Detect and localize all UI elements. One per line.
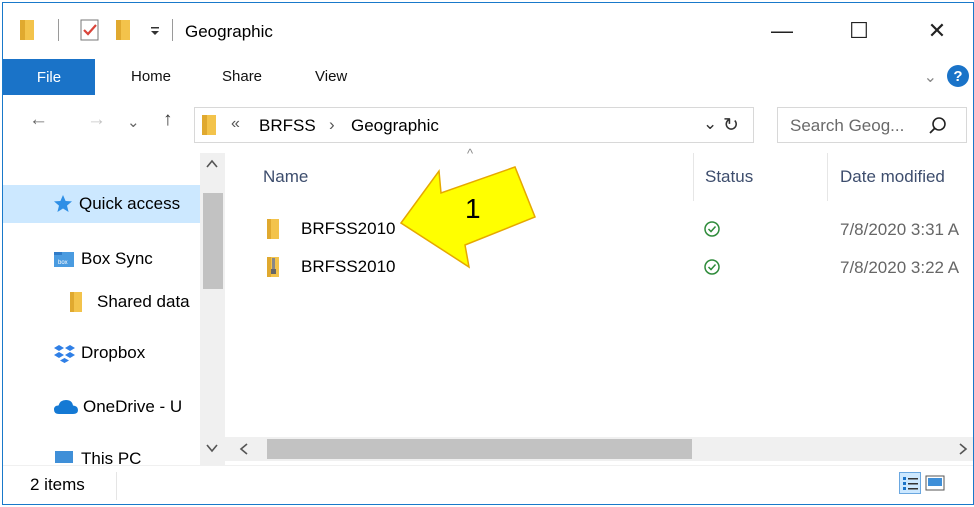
breadcrumb-overflow[interactable]: « [231, 115, 240, 133]
recent-locations-button[interactable]: ⌄ [127, 113, 140, 131]
nav-item-onedrive[interactable]: OneDrive - U [53, 389, 200, 425]
search-icon[interactable] [928, 116, 948, 136]
column-header-date-modified[interactable]: Date modified [840, 167, 945, 187]
nav-item-box-sync[interactable]: box Box Sync [53, 241, 200, 277]
details-view-icon[interactable] [899, 472, 921, 494]
breadcrumb-geographic[interactable]: Geographic [351, 116, 439, 136]
column-divider[interactable] [693, 153, 694, 201]
expand-ribbon-icon[interactable]: ⌄ [924, 67, 937, 87]
dropbox-icon [54, 345, 75, 363]
sync-status-icon [704, 221, 720, 237]
scroll-up-icon[interactable] [206, 159, 218, 169]
scroll-down-icon[interactable] [206, 443, 218, 453]
column-header-status[interactable]: Status [705, 167, 753, 187]
tab-share[interactable]: Share [222, 68, 262, 85]
explorer-window: Geographic — ☐ ✕ File Home Share View ⌄ … [2, 2, 974, 505]
computer-icon [55, 451, 73, 463]
zip-folder-icon [267, 257, 279, 277]
qat-separator [58, 19, 59, 41]
nav-item-quick-access[interactable]: Quick access [53, 186, 200, 222]
nav-pane-scroll-thumb[interactable] [203, 193, 223, 289]
tab-view[interactable]: View [315, 68, 347, 85]
nav-item-label: Shared data [97, 292, 190, 311]
callout-number: 1 [465, 193, 481, 224]
folder-icon [202, 115, 216, 135]
nav-item-label: OneDrive - U [83, 397, 183, 416]
back-button[interactable]: ← [29, 109, 48, 131]
title-separator [172, 19, 173, 41]
file-name: BRFSS2010 [301, 257, 396, 276]
nav-item-label: This PC [81, 449, 142, 465]
box-folder-icon: box [54, 252, 74, 267]
breadcrumb-brfss[interactable]: BRFSS [259, 116, 316, 136]
search-box[interactable]: Search Geog... [777, 107, 967, 143]
breadcrumb-separator: › [329, 115, 335, 134]
minimize-button[interactable]: — [760, 13, 804, 49]
star-icon [54, 195, 72, 212]
large-icons-view-icon[interactable] [924, 472, 946, 494]
svg-text:box: box [58, 260, 68, 266]
horizontal-scroll-thumb[interactable] [267, 439, 692, 459]
new-folder-icon[interactable] [115, 18, 131, 42]
scroll-left-icon[interactable] [239, 443, 249, 455]
folder-icon [70, 292, 82, 312]
folder-icon [20, 20, 34, 40]
properties-icon[interactable] [79, 18, 101, 42]
item-count: 2 items [30, 475, 85, 494]
customize-qat-icon[interactable] [149, 25, 161, 37]
status-bar: 2 items [3, 465, 973, 504]
nav-item-label: Quick access [79, 194, 181, 213]
help-icon[interactable]: ? [947, 65, 969, 87]
nav-item-shared-data[interactable]: Shared data [69, 284, 200, 320]
window-title: Geographic [185, 22, 273, 41]
sort-ascending-icon: ^ [467, 146, 474, 161]
column-divider[interactable] [827, 153, 828, 201]
folder-icon [267, 219, 279, 239]
file-date: 7/8/2020 3:22 A [840, 258, 960, 277]
cloud-icon [54, 400, 78, 414]
tab-file[interactable]: File [3, 59, 95, 95]
ribbon-tabs: File Home Share View ⌄ ? [3, 59, 973, 95]
file-name: BRFSS2010 [301, 219, 396, 238]
status-separator [116, 472, 117, 500]
sync-status-icon [704, 259, 720, 275]
maximize-button[interactable]: ☐ [837, 13, 881, 49]
up-button[interactable]: ↑ [163, 109, 173, 131]
address-bar[interactable]: « BRFSS › Geographic ⌄ ↻ [194, 107, 754, 143]
search-placeholder: Search Geog... [790, 116, 905, 135]
scroll-right-icon[interactable] [958, 443, 968, 455]
address-dropdown-icon[interactable]: ⌄ [703, 114, 717, 134]
file-date: 7/8/2020 3:31 A [840, 220, 960, 239]
close-button[interactable]: ✕ [915, 13, 959, 49]
title-bar: Geographic — ☐ ✕ [3, 3, 973, 59]
refresh-icon[interactable]: ↻ [723, 114, 739, 137]
nav-item-label: Dropbox [81, 343, 146, 362]
nav-item-this-pc[interactable]: This PC [53, 443, 200, 465]
nav-item-dropbox[interactable]: Dropbox [53, 335, 200, 371]
column-header-name[interactable]: Name [263, 167, 308, 187]
nav-item-label: Box Sync [81, 249, 153, 268]
file-row[interactable]: BRFSS2010 [265, 254, 396, 280]
forward-button[interactable]: → [87, 109, 106, 131]
file-row[interactable]: BRFSS2010 [265, 216, 396, 242]
navigation-pane: Quick access box Box Sync Shared data Dr… [3, 153, 225, 465]
tab-home[interactable]: Home [131, 68, 171, 85]
